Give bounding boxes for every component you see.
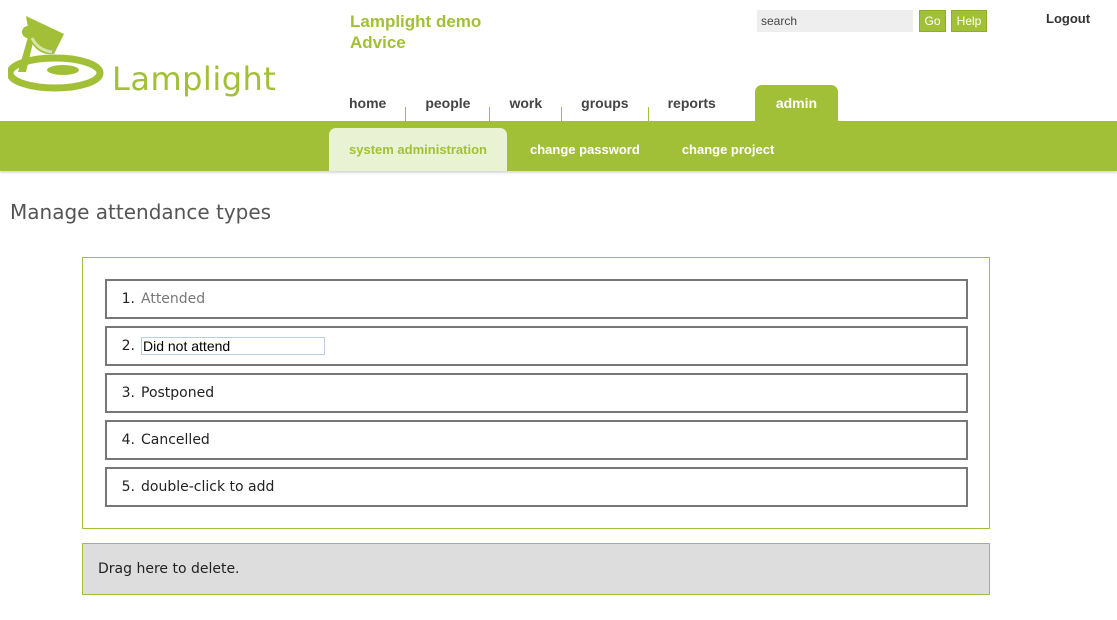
item-label: Cancelled (141, 432, 210, 448)
item-number: 2. (121, 338, 135, 354)
lamp-icon (8, 16, 104, 92)
main-nav: home people work groups reports admin (330, 85, 839, 121)
subnav-change-password[interactable]: change password (509, 128, 661, 171)
nav-home[interactable]: home (330, 85, 405, 121)
project-title: Lamplight demo Advice (350, 11, 550, 53)
attendance-types-list: 1. Attended 2. 3. Postponed 4. Cancelled… (82, 257, 990, 529)
header: Lamplight Lamplight demo Advice Go Help … (0, 0, 1117, 121)
list-item-cancelled[interactable]: 4. Cancelled (105, 420, 968, 460)
item-number: 4. (121, 432, 135, 448)
nav-groups[interactable]: groups (562, 85, 647, 121)
project-title-line1: Lamplight demo (350, 12, 482, 31)
go-button[interactable]: Go (919, 10, 946, 32)
help-button[interactable]: Help (951, 10, 987, 32)
item-number: 3. (121, 385, 135, 401)
nav-work[interactable]: work (490, 85, 561, 121)
item-number: 5. (121, 479, 135, 495)
list-item-did-not-attend[interactable]: 2. (105, 326, 968, 366)
item-number: 1. (121, 291, 135, 307)
item-edit-input[interactable] (141, 337, 325, 355)
delete-zone-label: Drag here to delete. (98, 561, 240, 577)
search-input[interactable] (757, 10, 913, 32)
item-label: Postponed (141, 385, 215, 401)
lamplight-logo[interactable]: Lamplight (8, 10, 278, 98)
logo-text: Lamplight (112, 60, 277, 98)
nav-admin[interactable]: admin (754, 85, 839, 121)
item-label: double-click to add (141, 479, 275, 495)
sub-nav: system administration change password ch… (329, 128, 795, 171)
page-title: Manage attendance types (10, 200, 272, 224)
list-item-postponed[interactable]: 3. Postponed (105, 373, 968, 413)
subnav-change-project[interactable]: change project (661, 128, 795, 171)
sub-nav-bar: system administration change password ch… (0, 121, 1117, 171)
logout-link[interactable]: Logout (1046, 11, 1090, 26)
nav-people[interactable]: people (406, 85, 489, 121)
item-label: Attended (141, 291, 206, 307)
list-item-add-new[interactable]: 5. double-click to add (105, 467, 968, 507)
subnav-system-administration[interactable]: system administration (329, 128, 507, 171)
list-item-attended[interactable]: 1. Attended (105, 279, 968, 319)
project-title-line2: Advice (350, 33, 406, 52)
delete-drop-zone[interactable]: Drag here to delete. (82, 543, 990, 595)
nav-reports[interactable]: reports (649, 85, 735, 121)
